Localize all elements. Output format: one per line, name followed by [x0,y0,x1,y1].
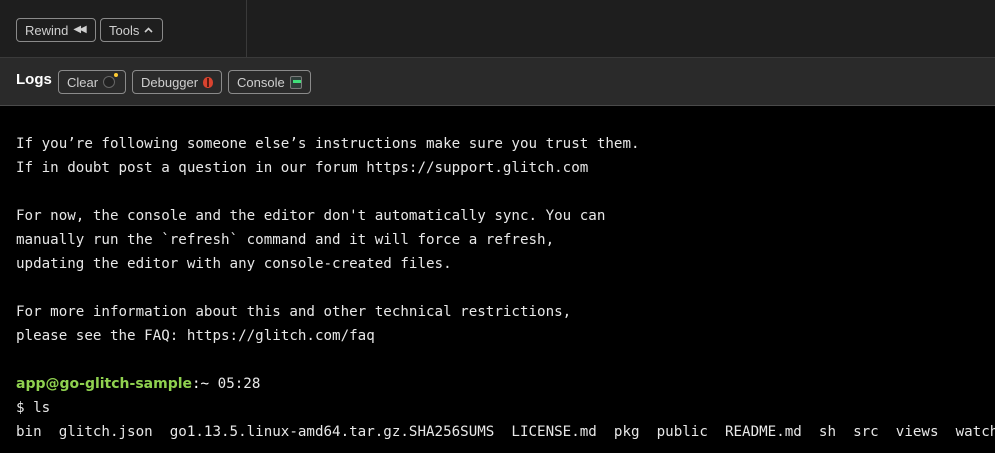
logs-title: Logs [16,71,52,88]
logs-header: Logs Clear Debugger Console [0,58,995,106]
prompt-user: app@go-glitch-sample [16,376,193,392]
log-line: If in doubt post a question in our forum… [16,160,589,176]
tools-button[interactable]: Tools [100,18,163,42]
log-line: manually run the `refresh` command and i… [16,232,555,248]
log-line: updating the editor with any console-cre… [16,256,452,272]
debugger-button[interactable]: Debugger [132,70,222,94]
shell-prompt: app@go-glitch-sample:~ 05:28 [16,374,260,394]
ls-output: bin glitch.json go1.13.5.linux-amd64.tar… [16,424,995,440]
shell-command: $ ls [16,400,51,416]
log-line: For more information about this and othe… [16,304,572,320]
rewind-icon: ◀◀ [73,24,86,35]
log-line: For now, the console and the editor don'… [16,208,606,224]
top-toolbar: Rewind ◀◀ Tools [0,0,995,58]
toolbar-divider [246,0,247,58]
clear-button[interactable]: Clear [58,70,126,94]
rewind-button[interactable]: Rewind ◀◀ [16,18,96,42]
rewind-label: Rewind [25,22,69,38]
log-line: If you’re following someone else’s instr… [16,136,640,152]
log-output[interactable]: If you’re following someone else’s instr… [0,107,995,453]
console-button[interactable]: Console [228,70,311,94]
terminal-icon [289,75,302,89]
debugger-label: Debugger [141,74,199,90]
clear-label: Clear [67,74,99,90]
console-label: Console [237,74,285,90]
prompt-path: :~ [192,376,210,392]
tools-label: Tools [109,22,140,38]
chevron-up-icon [144,27,153,33]
bug-icon [203,76,213,88]
log-line: please see the FAQ: https://glitch.com/f… [16,328,375,344]
bomb-icon [103,73,119,88]
prompt-time: 05:28 [209,376,261,392]
